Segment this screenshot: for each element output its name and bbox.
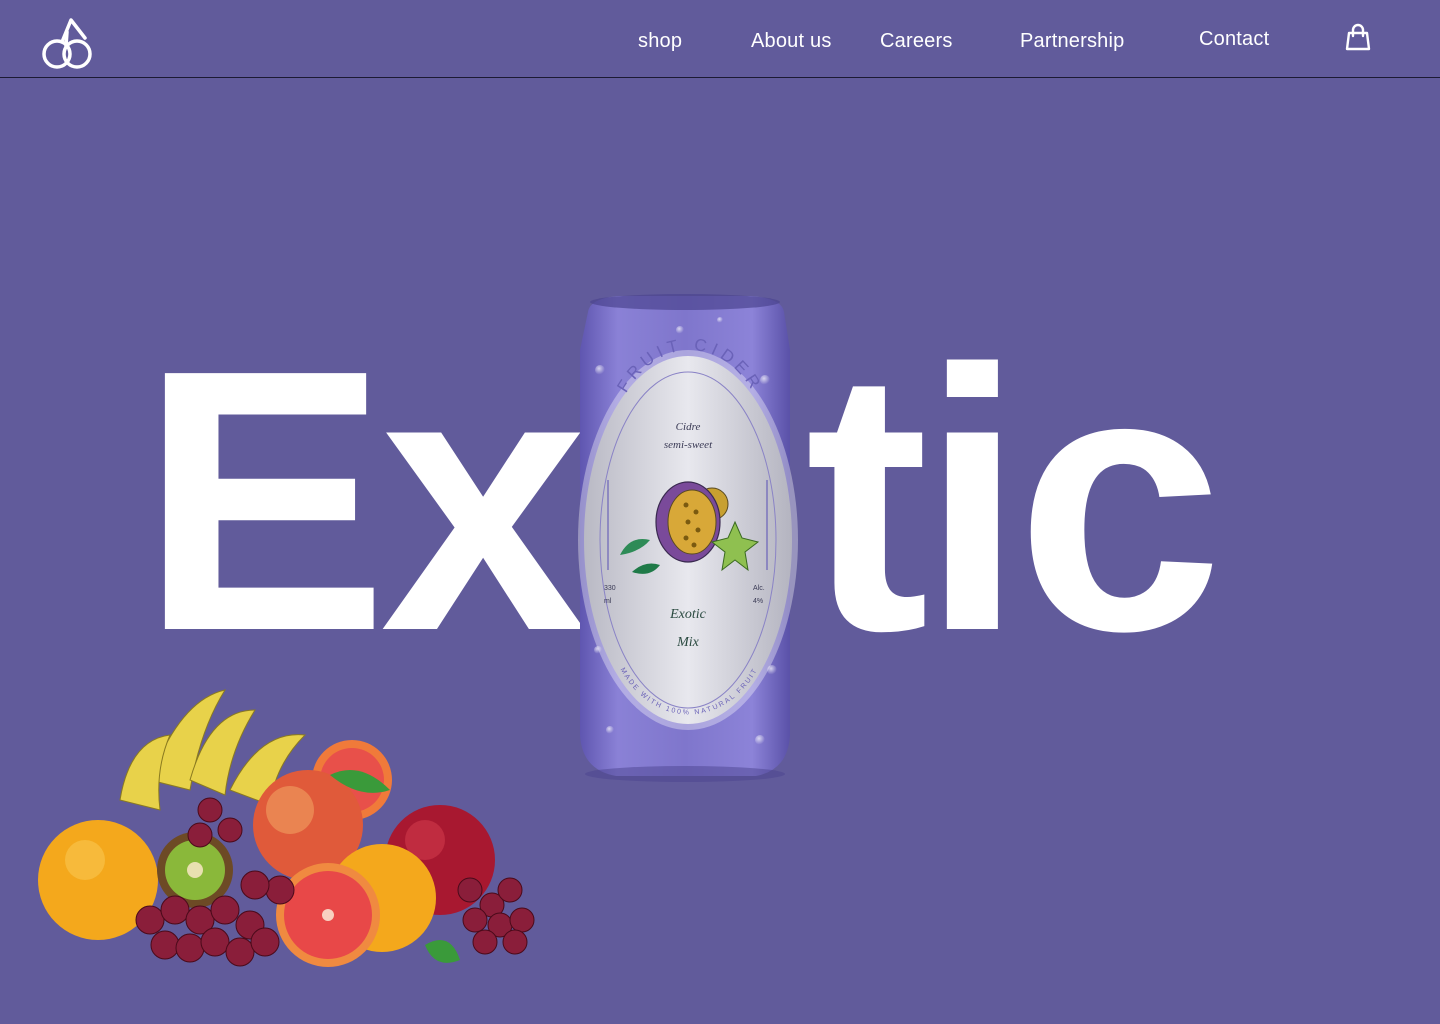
nav-link-careers[interactable]: Careers: [880, 30, 953, 53]
hero-title-left: Ex: [140, 292, 587, 708]
nav-link-about-us[interactable]: About us: [751, 30, 832, 53]
can-alc-label: Alc.: [753, 585, 765, 592]
nav-link-partnership[interactable]: Partnership: [1020, 30, 1124, 53]
can-volume-unit: ml: [604, 598, 612, 605]
can-flavor-1: Exotic: [669, 607, 707, 622]
can-subtitle-2: semi-sweet: [664, 439, 713, 451]
can-volume-value: 330: [604, 585, 616, 592]
hero-title-right: tic: [805, 292, 1223, 708]
can-subtitle-1: Cidre: [676, 421, 701, 433]
cider-can-image: FRUIT CIDER Cidre semi-sweet 330 ml Alc.…: [578, 294, 798, 782]
top-navbar: shop About us Careers Partnership Contac…: [0, 0, 1440, 78]
shopping-bag-icon[interactable]: [1344, 22, 1372, 52]
can-flavor-2: Mix: [676, 635, 700, 650]
nav-link-contact[interactable]: Contact: [1199, 28, 1269, 51]
fruit-pile-image: [38, 689, 535, 967]
cherry-logo-icon[interactable]: [40, 14, 98, 72]
can-alc-value: 4%: [753, 598, 763, 605]
nav-link-shop[interactable]: shop: [638, 30, 682, 53]
